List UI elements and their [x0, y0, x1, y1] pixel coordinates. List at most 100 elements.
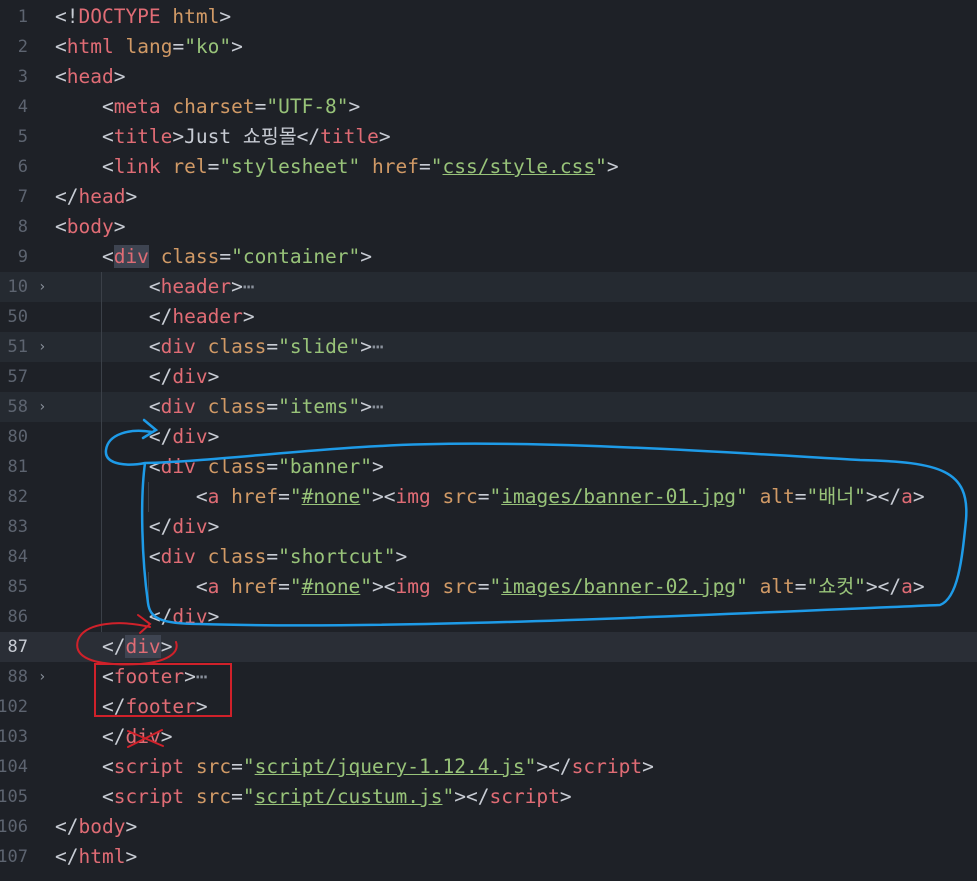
code-token: =: [231, 755, 243, 778]
code-line[interactable]: 6 <link rel="stylesheet" href="css/style…: [0, 152, 977, 182]
line-number: 106: [0, 817, 28, 837]
code-token: body: [78, 815, 126, 838]
code-line[interactable]: 57 </div>: [0, 362, 977, 392]
code-editor[interactable]: 1 <!DOCTYPE html> 2 <html lang="ko"> 3 <head>…: [0, 2, 977, 872]
code-text: </body>: [55, 812, 137, 842]
code-line[interactable]: 8 <body>: [0, 212, 977, 242]
code-line[interactable]: 51 › <div class="slide">⋯: [0, 332, 977, 362]
code-token: <: [55, 785, 114, 808]
code-line[interactable]: 3 <head>: [0, 62, 977, 92]
fold-ellipsis-icon[interactable]: ⋯: [372, 395, 384, 418]
line-gutter: 5: [0, 122, 54, 152]
code-token: <: [55, 335, 161, 358]
fold-chevron-icon[interactable]: ›: [38, 332, 46, 362]
code-token: images/banner-01.jpg: [501, 485, 737, 508]
code-token: html: [78, 845, 126, 868]
code-token: ></: [865, 485, 902, 508]
code-token: >: [606, 155, 619, 178]
code-token: div: [172, 515, 208, 538]
code-token: </: [55, 605, 173, 628]
code-token: href: [231, 575, 279, 598]
code-line[interactable]: 103 </div>: [0, 722, 977, 752]
code-line[interactable]: 86 </div>: [0, 602, 977, 632]
code-token: header: [172, 305, 243, 328]
code-line[interactable]: 82 <a href="#none"><img src="images/bann…: [0, 482, 977, 512]
code-line[interactable]: 87 </div>: [0, 632, 977, 662]
code-token: >Just 쇼핑몰</: [172, 125, 321, 148]
code-text: </div>: [55, 602, 219, 632]
fold-chevron-icon[interactable]: ›: [38, 662, 46, 692]
code-token: div: [160, 545, 196, 568]
code-text: <script src="script/custum.js"></script>: [55, 782, 572, 812]
fold-ellipsis-icon[interactable]: ⋯: [243, 275, 255, 298]
line-number: 104: [0, 757, 28, 777]
fold-chevron-icon[interactable]: ›: [38, 392, 46, 422]
code-token: >: [219, 5, 232, 28]
code-line[interactable]: 5 <title>Just 쇼핑몰</title>: [0, 122, 977, 152]
code-token: </: [55, 365, 173, 388]
code-line[interactable]: 80 </div>: [0, 422, 977, 452]
code-token: script: [113, 755, 185, 778]
code-token: script: [571, 755, 643, 778]
line-number: 82: [7, 487, 28, 507]
code-token: <: [55, 125, 114, 148]
code-token: >: [195, 695, 208, 718]
code-text: </html>: [55, 842, 137, 872]
code-token: css/style.css: [442, 155, 596, 178]
code-line[interactable]: 4 <meta charset="UTF-8">: [0, 92, 977, 122]
code-token: <: [55, 275, 161, 298]
line-gutter: 58 ›: [0, 392, 54, 422]
code-token: link: [113, 155, 161, 178]
code-line[interactable]: 2 <html lang="ko">: [0, 32, 977, 62]
code-token: >: [207, 515, 220, 538]
code-line[interactable]: 1 <!DOCTYPE html>: [0, 2, 977, 32]
line-number: 107: [0, 847, 28, 867]
code-token: >: [125, 845, 138, 868]
code-token: <: [55, 755, 114, 778]
code-line[interactable]: 106 </body>: [0, 812, 977, 842]
code-token: >: [160, 725, 173, 748]
code-line[interactable]: 104 <script src="script/jquery-1.12.4.js…: [0, 752, 977, 782]
code-token: ": [289, 485, 302, 508]
line-gutter: 105: [0, 782, 54, 812]
line-number: 83: [7, 517, 28, 537]
code-line[interactable]: 9 <div class="container">: [0, 242, 977, 272]
fold-chevron-icon[interactable]: ›: [38, 272, 46, 302]
code-token: >: [231, 275, 243, 298]
code-line[interactable]: 105 <script src="script/custum.js"></scr…: [0, 782, 977, 812]
code-line[interactable]: 102 </footer>: [0, 692, 977, 722]
code-token: alt: [759, 575, 795, 598]
code-token: >: [207, 605, 220, 628]
fold-ellipsis-icon[interactable]: ⋯: [196, 665, 208, 688]
code-line[interactable]: 58 › <div class="items">⋯: [0, 392, 977, 422]
code-token: >: [372, 455, 384, 478]
code-token: =: [278, 575, 290, 598]
line-number: 4: [17, 97, 28, 117]
code-token: <: [55, 575, 208, 598]
line-gutter: 8: [0, 212, 54, 242]
code-text: <a href="#none"><img src="images/banner-…: [55, 572, 925, 602]
code-line[interactable]: 107 </html>: [0, 842, 977, 872]
line-number: 103: [0, 727, 28, 747]
code-line[interactable]: 83 </div>: [0, 512, 977, 542]
code-line[interactable]: 88 › <footer>⋯: [0, 662, 977, 692]
code-token: >: [242, 305, 255, 328]
code-line[interactable]: 85 <a href="#none"><img src="images/bann…: [0, 572, 977, 602]
code-line[interactable]: 84 <div class="shortcut">: [0, 542, 977, 572]
code-line[interactable]: 81 <div class="banner">: [0, 452, 977, 482]
line-number: 87: [7, 637, 28, 657]
code-line[interactable]: 10 › <header>⋯: [0, 272, 977, 302]
fold-ellipsis-icon[interactable]: ⋯: [372, 335, 384, 358]
code-token: <: [55, 215, 67, 238]
code-text: </div>: [55, 422, 219, 452]
line-gutter: 83: [0, 512, 54, 542]
code-line[interactable]: 7 </head>: [0, 182, 977, 212]
line-gutter: 50: [0, 302, 54, 332]
code-token: ><: [372, 485, 396, 508]
code-token: >: [912, 485, 925, 508]
code-line[interactable]: 50 </header>: [0, 302, 977, 332]
